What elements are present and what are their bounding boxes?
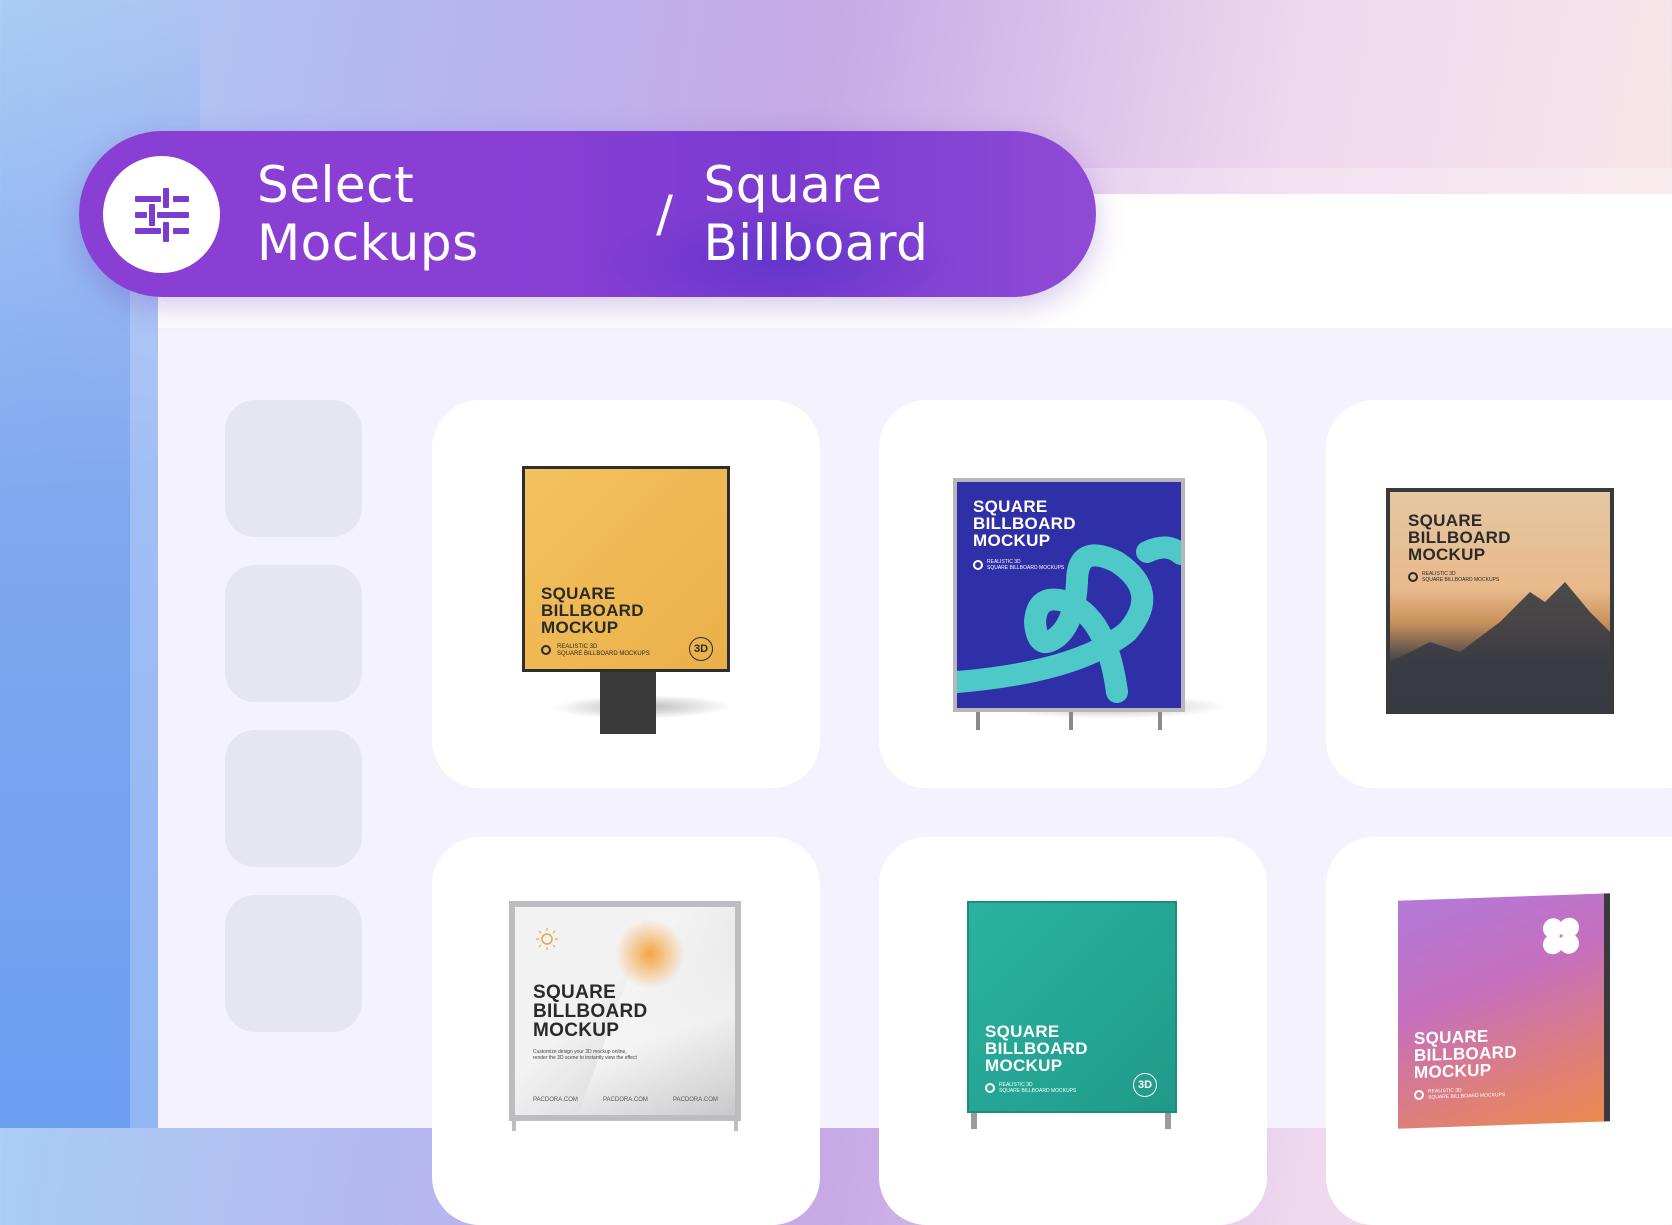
breadcrumb-current: Square Billboard xyxy=(703,156,929,272)
mockup-card-1[interactable]: SQUARE BILLBOARD MOCKUP REALISTIC 3D SQU… xyxy=(432,400,820,788)
sidebar-tile-3[interactable] xyxy=(225,730,362,867)
swirl-graphic xyxy=(957,536,1181,703)
sidebar-tile-4[interactable] xyxy=(225,895,362,1032)
footer-link: PACDORA.COM xyxy=(533,1097,578,1103)
board-leg xyxy=(512,1121,516,1131)
mockup-card-3[interactable]: SQUARE BILLBOARD MOCKUP REALISTIC 3D SQU… xyxy=(1326,400,1672,788)
board-subtitle: Customize design your 3D mockup online, … xyxy=(533,1049,637,1061)
board-subtitle: REALISTIC 3D SQUARE BILLBOARD MOCKUPS xyxy=(557,644,650,658)
board-title: SQUARE BILLBOARD MOCKUP xyxy=(541,584,644,637)
board-subtitle: REALISTIC 3D SQUARE BILLBOARD MOCKUPS xyxy=(1422,571,1500,583)
sidebar-tile-2[interactable] xyxy=(225,565,362,702)
board-title: SQUARE BILLBOARD MOCKUP xyxy=(533,982,648,1041)
board-leg xyxy=(1069,710,1073,730)
mockup-card-6[interactable]: SQUARE BILLBOARD MOCKUP REALISTIC 3D SQU… xyxy=(1326,837,1672,1225)
mockup-card-5[interactable]: SQUARE BILLBOARD MOCKUP REALISTIC 3D SQU… xyxy=(879,837,1267,1225)
board-leg xyxy=(1158,710,1162,730)
logo-icon xyxy=(1414,1089,1424,1101)
breadcrumb-separator: / xyxy=(656,185,674,243)
orange-glow xyxy=(615,919,685,989)
logo-icon xyxy=(541,645,551,655)
board-pole xyxy=(600,670,656,734)
board-leg xyxy=(734,1121,738,1131)
logo-icon xyxy=(1408,572,1418,582)
board-face: SQUARE BILLBOARD MOCKUP REALISTIC 3D SQU… xyxy=(1386,488,1614,714)
board-title: SQUARE BILLBOARD MOCKUP xyxy=(1414,1026,1517,1083)
board-leg xyxy=(971,1113,977,1129)
board-face: SQUARE BILLBOARD MOCKUP REALISTIC 3D SQU… xyxy=(522,466,730,672)
breadcrumb-pill: Select Mockups / Square Billboard xyxy=(79,131,1096,297)
board-title: SQUARE BILLBOARD MOCKUP xyxy=(985,1022,1088,1075)
badge-3d: 3D xyxy=(689,637,713,661)
breadcrumb-parent[interactable]: Select Mockups xyxy=(257,156,626,272)
sun-icon xyxy=(536,928,558,950)
footer-link: PACDORA.COM xyxy=(603,1097,648,1103)
board-face: SQUARE BILLBOARD MOCKUP Customize design… xyxy=(509,901,741,1121)
board-subtitle: REALISTIC 3D SQUARE BILLBOARD MOCKUPS xyxy=(1428,1087,1506,1101)
mockup-card-4[interactable]: SQUARE BILLBOARD MOCKUP Customize design… xyxy=(432,837,820,1225)
board-title: SQUARE BILLBOARD MOCKUP xyxy=(1408,511,1511,564)
board-face: SQUARE BILLBOARD MOCKUP REALISTIC 3D SQU… xyxy=(967,901,1177,1113)
board-face: SQUARE BILLBOARD MOCKUP REALISTIC 3D SQU… xyxy=(1398,893,1610,1129)
sidebar-tile-1[interactable] xyxy=(225,400,362,537)
sliders-icon xyxy=(134,187,189,242)
board-face: SQUARE BILLBOARD MOCKUP REALISTIC 3D SQU… xyxy=(953,478,1185,712)
board-leg xyxy=(1165,1113,1171,1129)
logo-icon xyxy=(985,1083,995,1093)
badge-3d: 3D xyxy=(1133,1073,1157,1097)
filter-button[interactable] xyxy=(103,156,220,273)
board-leg xyxy=(976,710,980,730)
clover-logo-icon xyxy=(1543,917,1579,955)
breadcrumb: Select Mockups / Square Billboard xyxy=(257,131,1096,297)
mockup-card-2[interactable]: SQUARE BILLBOARD MOCKUP REALISTIC 3D SQU… xyxy=(879,400,1267,788)
footer-link: PACDORA.COM xyxy=(673,1097,718,1103)
board-subtitle: REALISTIC 3D SQUARE BILLBOARD MOCKUPS xyxy=(999,1082,1077,1094)
